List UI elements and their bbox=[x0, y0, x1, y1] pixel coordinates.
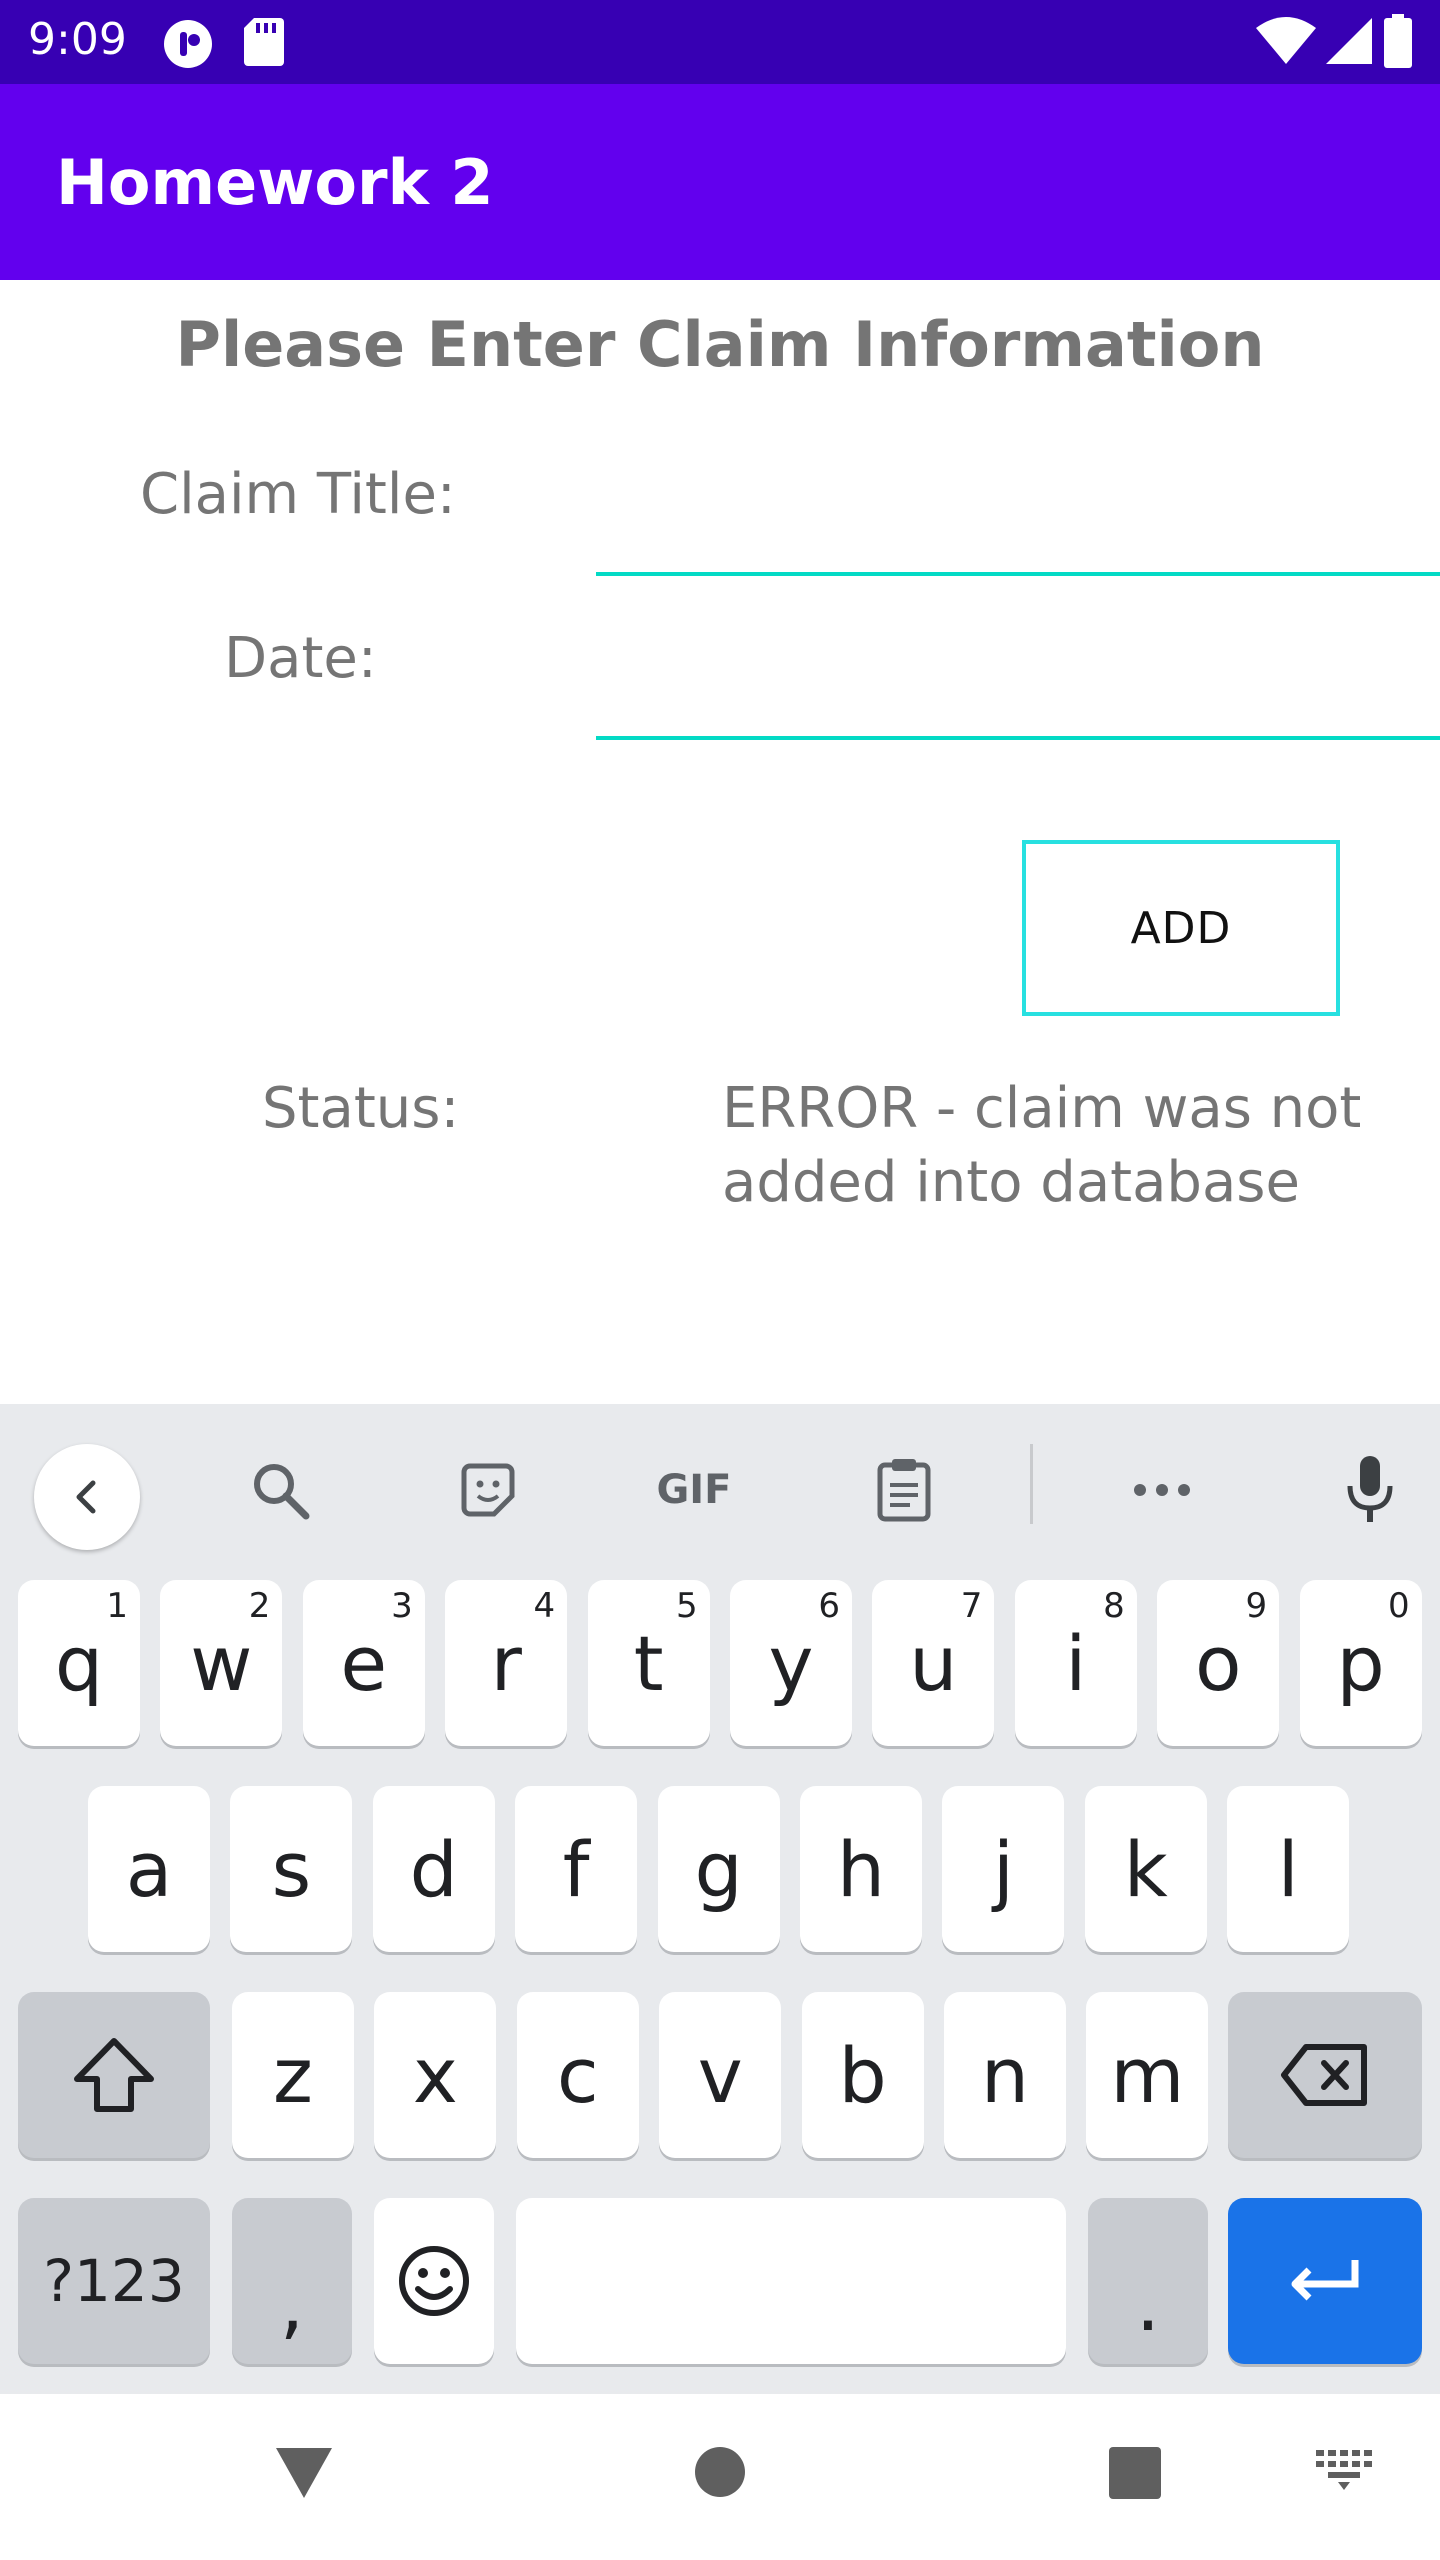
add-button[interactable]: ADD bbox=[1022, 840, 1340, 1016]
keyboard-toolbar: GIF bbox=[0, 1404, 1440, 1554]
key-g[interactable]: g bbox=[657, 1786, 780, 1952]
status-time: 9:09 bbox=[28, 14, 127, 65]
shift-icon bbox=[74, 2038, 154, 2112]
key-r[interactable]: r4 bbox=[445, 1580, 568, 1746]
nav-back-icon[interactable] bbox=[274, 2446, 334, 2504]
search-icon[interactable] bbox=[244, 1454, 316, 1526]
key-m[interactable]: m bbox=[1086, 1992, 1209, 2158]
navigation-bar bbox=[0, 2394, 1440, 2560]
key-w[interactable]: w2 bbox=[160, 1580, 283, 1746]
key-label: u bbox=[909, 1618, 958, 1708]
enter-icon bbox=[1291, 2260, 1359, 2301]
key-d[interactable]: d bbox=[372, 1786, 495, 1952]
key-o[interactable]: o9 bbox=[1157, 1580, 1280, 1746]
enter-key[interactable] bbox=[1228, 2198, 1422, 2364]
gif-button[interactable]: GIF bbox=[644, 1454, 744, 1526]
key-z[interactable]: z bbox=[232, 1992, 354, 2158]
key-n[interactable]: n bbox=[944, 1992, 1066, 2158]
cell-signal-icon bbox=[1326, 16, 1374, 70]
key-u[interactable]: u7 bbox=[872, 1580, 995, 1746]
app-bar: Homework 2 bbox=[0, 84, 1440, 280]
key-i[interactable]: i8 bbox=[1014, 1580, 1137, 1746]
emoji-key[interactable] bbox=[374, 2198, 494, 2364]
key-h[interactable]: h bbox=[800, 1786, 922, 1952]
shift-key[interactable] bbox=[18, 1992, 210, 2158]
key-label: w bbox=[190, 1618, 253, 1708]
date-input[interactable] bbox=[596, 630, 1440, 740]
key-label: i bbox=[1065, 1618, 1087, 1708]
emoji-icon bbox=[399, 2246, 469, 2316]
key-label: y bbox=[768, 1618, 814, 1708]
status-message: ERROR - claim was not added into databas… bbox=[722, 1076, 1362, 1215]
app-title: Homework 2 bbox=[56, 146, 494, 219]
key-p[interactable]: p0 bbox=[1299, 1580, 1422, 1746]
status-bar: 9:09 bbox=[0, 0, 1440, 84]
key-label: p bbox=[1336, 1618, 1385, 1708]
key-label: r bbox=[490, 1618, 522, 1708]
form-heading: Please Enter Claim Information bbox=[175, 308, 1265, 381]
status-label: Status: bbox=[262, 1076, 460, 1141]
key-hint: 2 bbox=[248, 1586, 271, 1626]
key-k[interactable]: k bbox=[1084, 1786, 1207, 1952]
toolbar-divider bbox=[1030, 1444, 1033, 1524]
period-key[interactable]: . bbox=[1088, 2198, 1208, 2364]
app-notification-icon bbox=[162, 18, 214, 74]
key-label: e bbox=[340, 1618, 388, 1708]
clipboard-icon[interactable] bbox=[868, 1454, 940, 1526]
key-x[interactable]: x bbox=[374, 1992, 497, 2158]
battery-icon bbox=[1384, 14, 1412, 72]
key-q[interactable]: q1 bbox=[18, 1580, 140, 1746]
key-hint: 4 bbox=[533, 1586, 556, 1626]
keyboard-back-button[interactable] bbox=[34, 1444, 140, 1550]
key-hint: 9 bbox=[1245, 1586, 1268, 1626]
key-v[interactable]: v bbox=[659, 1992, 782, 2158]
key-t[interactable]: t5 bbox=[587, 1580, 710, 1746]
sd-card-icon bbox=[244, 18, 284, 70]
key-hint: 3 bbox=[391, 1586, 413, 1626]
key-y[interactable]: y6 bbox=[730, 1580, 852, 1746]
wifi-icon bbox=[1256, 16, 1316, 70]
key-c[interactable]: c bbox=[516, 1992, 639, 2158]
key-label: t bbox=[633, 1618, 664, 1708]
chevron-left-icon bbox=[76, 1480, 96, 1514]
key-j[interactable]: j bbox=[942, 1786, 1065, 1952]
key-label: q bbox=[54, 1618, 104, 1708]
key-hint: 1 bbox=[106, 1586, 128, 1626]
key-hint: 8 bbox=[1103, 1586, 1125, 1626]
claim-title-label: Claim Title: bbox=[140, 462, 456, 527]
nav-recents-icon[interactable] bbox=[1108, 2446, 1162, 2504]
key-a[interactable]: a bbox=[88, 1786, 210, 1952]
more-options-icon[interactable] bbox=[1126, 1454, 1198, 1526]
soft-keyboard: GIF q1w2e3r4t5y6u7i8o9p0 asdfghjkl zxcvb… bbox=[0, 1404, 1440, 2394]
space-key[interactable] bbox=[516, 2198, 1066, 2364]
symbols-key[interactable]: ?123 bbox=[18, 2198, 210, 2364]
key-label: o bbox=[1194, 1618, 1242, 1708]
key-f[interactable]: f bbox=[515, 1786, 638, 1952]
date-label: Date: bbox=[224, 626, 377, 691]
claim-title-input[interactable] bbox=[596, 466, 1440, 576]
comma-key[interactable]: , bbox=[232, 2198, 352, 2364]
comma-key-label: , bbox=[279, 2258, 305, 2348]
backspace-key[interactable] bbox=[1228, 1992, 1422, 2158]
nav-home-icon[interactable] bbox=[694, 2446, 746, 2502]
key-hint: 0 bbox=[1387, 1586, 1410, 1626]
microphone-icon[interactable] bbox=[1334, 1454, 1406, 1526]
key-e[interactable]: e3 bbox=[302, 1580, 425, 1746]
keyboard-switch-icon[interactable] bbox=[1316, 2450, 1372, 2494]
period-key-label: . bbox=[1135, 2258, 1161, 2348]
key-hint: 6 bbox=[818, 1586, 840, 1626]
backspace-icon bbox=[1281, 2044, 1367, 2106]
key-b[interactable]: b bbox=[801, 1992, 924, 2158]
key-s[interactable]: s bbox=[230, 1786, 353, 1952]
key-l[interactable]: l bbox=[1227, 1786, 1350, 1952]
key-hint: 7 bbox=[960, 1586, 983, 1626]
sticker-icon[interactable] bbox=[452, 1454, 524, 1526]
key-hint: 5 bbox=[675, 1586, 698, 1626]
